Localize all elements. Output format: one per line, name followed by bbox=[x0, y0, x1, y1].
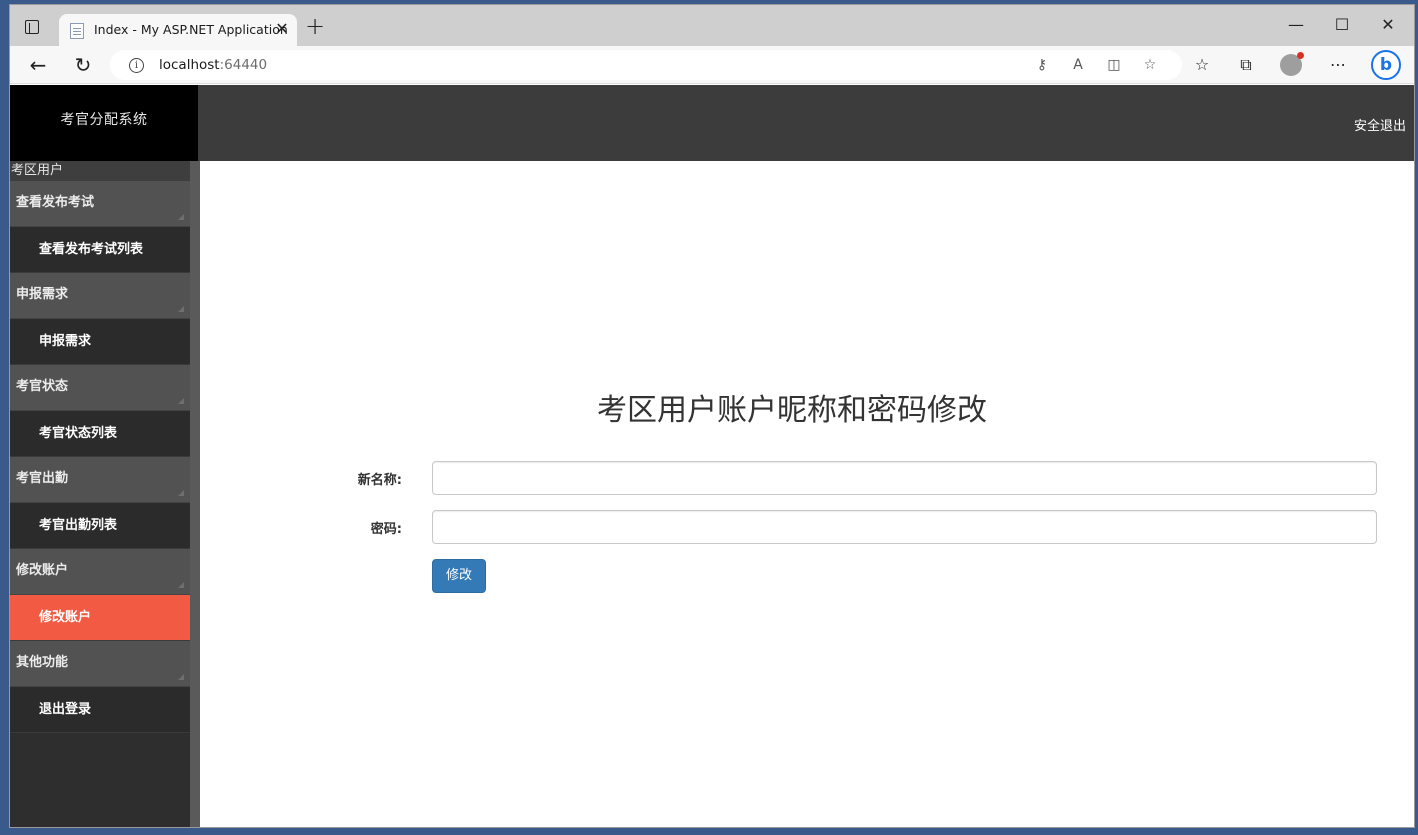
add-favorite-icon[interactable]: ☆ bbox=[1140, 55, 1160, 75]
safe-logout-link[interactable]: 安全退出 bbox=[1354, 115, 1406, 134]
menu-group-examiner-status[interactable]: 考官状态 bbox=[10, 365, 190, 411]
menu-group-view-exams[interactable]: 查看发布考试 bbox=[10, 181, 190, 227]
name-row: 新名称: bbox=[200, 461, 1414, 495]
app-header: 考官分配系统 安全退出 bbox=[10, 85, 1414, 161]
new-tab-icon[interactable]: + bbox=[304, 14, 326, 38]
split-screen-icon[interactable]: ◫ bbox=[1104, 55, 1124, 75]
menu-group-label: 其他功能 bbox=[16, 655, 69, 670]
menu-group-label: 修改账户 bbox=[16, 563, 69, 578]
sidebar: 考区用户 查看发布考试 查看发布考试列表 申报需求 申报需求 考官状态 考官状态… bbox=[10, 161, 200, 827]
favorites-icon[interactable]: ☆ bbox=[1190, 53, 1214, 77]
caret-icon bbox=[178, 306, 184, 312]
menu-group-requests[interactable]: 申报需求 bbox=[10, 273, 190, 319]
modify-button[interactable]: 修改 bbox=[432, 559, 486, 593]
url-host: localhost bbox=[159, 57, 220, 73]
name-label: 新名称: bbox=[357, 473, 402, 488]
maximize-icon[interactable]: ☐ bbox=[1319, 13, 1365, 37]
menu-group-label: 考官出勤 bbox=[16, 471, 69, 486]
brand-title: 考官分配系统 bbox=[60, 112, 148, 128]
browser-tab[interactable]: Index - My ASP.NET Application ✕ bbox=[59, 14, 297, 46]
tab-actions-icon[interactable] bbox=[22, 17, 42, 37]
caret-icon bbox=[178, 214, 184, 220]
caret-icon bbox=[178, 398, 184, 404]
url-port: :64440 bbox=[219, 57, 268, 73]
tab-strip: Index - My ASP.NET Application ✕ + — ☐ ✕ bbox=[10, 5, 1414, 46]
caret-icon bbox=[178, 490, 184, 496]
password-label: 密码: bbox=[370, 522, 402, 537]
read-aloud-icon[interactable]: A bbox=[1068, 55, 1088, 75]
menu-item-modify-account[interactable]: 修改账户 bbox=[10, 595, 190, 641]
page-title: 考区用户账户昵称和密码修改 bbox=[597, 393, 987, 428]
user-role-label: 考区用户 bbox=[10, 161, 190, 181]
new-name-input[interactable] bbox=[432, 461, 1377, 495]
password-input[interactable] bbox=[432, 510, 1377, 544]
menu-item-logout[interactable]: 退出登录 bbox=[10, 687, 190, 733]
menu-group-other[interactable]: 其他功能 bbox=[10, 641, 190, 687]
page-icon bbox=[70, 23, 84, 39]
url-text[interactable]: localhost:64440 bbox=[159, 57, 267, 73]
browser-toolbar: ← ↻ i localhost:64440 ⚷ A ◫ ☆ ☆ ⧉ ⋯ b bbox=[10, 46, 1414, 84]
menu-item-submit-request[interactable]: 申报需求 bbox=[10, 319, 190, 365]
bing-icon[interactable]: b bbox=[1371, 50, 1401, 80]
brand-logo: 考官分配系统 bbox=[10, 85, 198, 161]
menu-group-label: 申报需求 bbox=[16, 287, 69, 302]
minimize-icon[interactable]: — bbox=[1273, 13, 1319, 37]
menu-group-account[interactable]: 修改账户 bbox=[10, 549, 190, 595]
password-row: 密码: bbox=[200, 510, 1414, 544]
menu-group-label: 查看发布考试 bbox=[16, 195, 95, 210]
caret-icon bbox=[178, 582, 184, 588]
more-icon[interactable]: ⋯ bbox=[1326, 53, 1350, 77]
tab-close-icon[interactable]: ✕ bbox=[273, 20, 291, 38]
menu-item-attendance-list[interactable]: 考官出勤列表 bbox=[10, 503, 190, 549]
app-page: 考官分配系统 安全退出 考区用户 查看发布考试 查看发布考试列表 申报需求 申报… bbox=[10, 85, 1414, 827]
collections-icon[interactable]: ⧉ bbox=[1234, 53, 1258, 77]
close-window-icon[interactable]: ✕ bbox=[1365, 13, 1411, 37]
back-arrow-icon[interactable]: ← bbox=[25, 52, 51, 78]
key-icon[interactable]: ⚷ bbox=[1032, 55, 1052, 75]
menu-item-status-list[interactable]: 考官状态列表 bbox=[10, 411, 190, 457]
refresh-icon[interactable]: ↻ bbox=[70, 52, 96, 78]
info-icon[interactable]: i bbox=[129, 58, 144, 73]
browser-window: Index - My ASP.NET Application ✕ + — ☐ ✕… bbox=[9, 4, 1415, 828]
menu-item-exam-list[interactable]: 查看发布考试列表 bbox=[10, 227, 190, 273]
profile-icon[interactable] bbox=[1280, 52, 1304, 76]
address-bar[interactable]: i localhost:64440 ⚷ A ◫ ☆ bbox=[110, 50, 1182, 80]
tab-title: Index - My ASP.NET Application bbox=[94, 22, 288, 37]
sidebar-scroll-strip bbox=[190, 161, 200, 827]
sidebar-menu: 查看发布考试 查看发布考试列表 申报需求 申报需求 考官状态 考官状态列表 考官… bbox=[10, 181, 190, 733]
menu-group-label: 考官状态 bbox=[16, 379, 69, 394]
caret-icon bbox=[178, 674, 184, 680]
main-content: 考区用户账户昵称和密码修改 新名称: 密码: 修改 bbox=[200, 161, 1414, 827]
menu-group-attendance[interactable]: 考官出勤 bbox=[10, 457, 190, 503]
